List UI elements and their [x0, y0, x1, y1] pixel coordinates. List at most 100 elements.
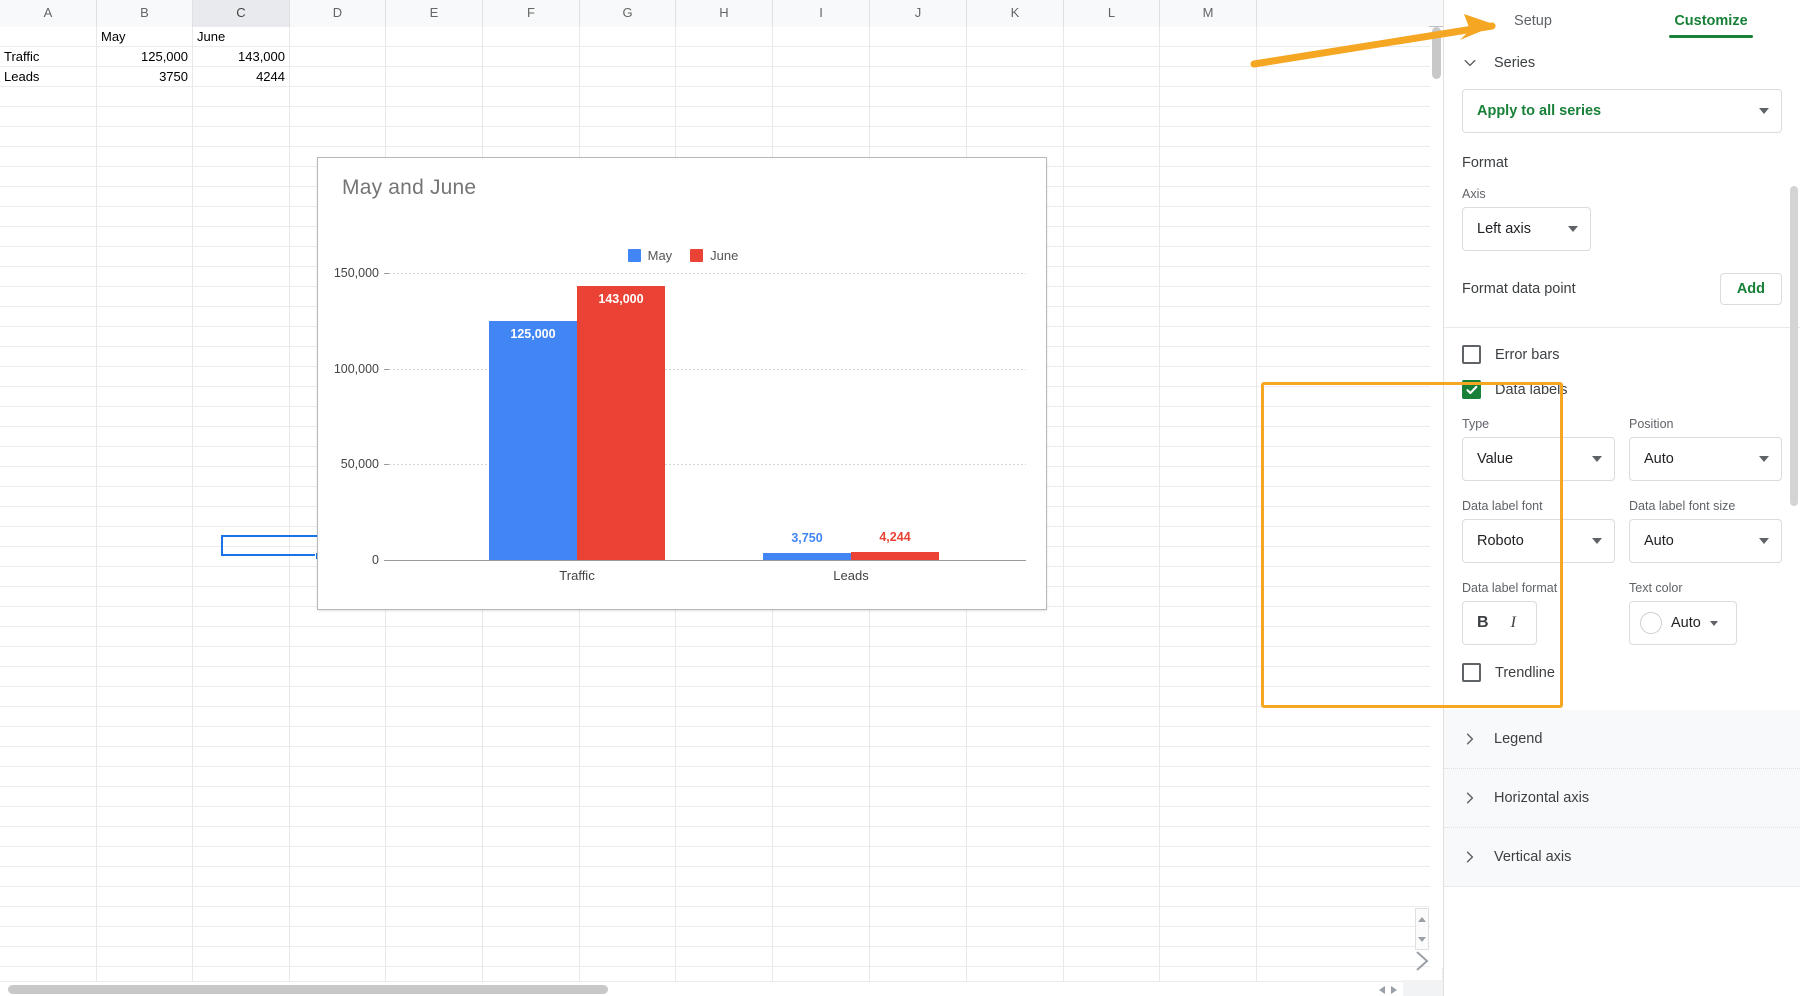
grid-cell[interactable]: [676, 647, 773, 667]
grid-cell[interactable]: [1064, 527, 1160, 547]
grid-cell[interactable]: [967, 747, 1064, 767]
column-header-e[interactable]: E: [386, 0, 483, 27]
data-labels-row[interactable]: Data labels: [1444, 380, 1800, 399]
grid-row[interactable]: [0, 867, 1443, 887]
chevron-down-icon[interactable]: [1592, 538, 1602, 544]
grid-cell[interactable]: [1064, 507, 1160, 527]
grid-cell[interactable]: [870, 687, 967, 707]
grid-cell[interactable]: [1257, 367, 1443, 387]
grid-cell[interactable]: [870, 707, 967, 727]
grid-cell[interactable]: [97, 427, 193, 447]
grid-cell[interactable]: [773, 107, 870, 127]
grid-cell[interactable]: [1064, 667, 1160, 687]
grid-cell[interactable]: [0, 927, 97, 947]
grid-cell[interactable]: [97, 647, 193, 667]
grid-cell[interactable]: [1160, 667, 1257, 687]
grid-cell[interactable]: [97, 207, 193, 227]
grid-cell[interactable]: [97, 887, 193, 907]
grid-cell[interactable]: [676, 787, 773, 807]
grid-cell[interactable]: [773, 87, 870, 107]
grid-cell[interactable]: [1064, 467, 1160, 487]
grid-cell[interactable]: [676, 707, 773, 727]
grid-cell[interactable]: [483, 607, 580, 627]
grid-cell[interactable]: [870, 927, 967, 947]
grid-cell[interactable]: [0, 367, 97, 387]
grid-cell[interactable]: [1064, 707, 1160, 727]
grid-cell[interactable]: [1257, 387, 1443, 407]
chevron-down-icon[interactable]: [1759, 538, 1769, 544]
grid-cell[interactable]: [483, 827, 580, 847]
grid-cell[interactable]: [483, 627, 580, 647]
grid-cell[interactable]: [0, 167, 97, 187]
grid-cell[interactable]: [0, 107, 97, 127]
grid-cell[interactable]: [773, 27, 870, 47]
chart-bar[interactable]: 143,000: [577, 286, 665, 560]
grid-cell[interactable]: [1064, 207, 1160, 227]
grid-cell[interactable]: [967, 87, 1064, 107]
grid-cell[interactable]: [1160, 527, 1257, 547]
grid-cell[interactable]: [386, 927, 483, 947]
grid-cell[interactable]: [0, 447, 97, 467]
grid-cell[interactable]: [97, 567, 193, 587]
grid-cell[interactable]: [580, 907, 676, 927]
grid-cell[interactable]: [676, 107, 773, 127]
grid-cell[interactable]: [1160, 367, 1257, 387]
grid-cell[interactable]: [0, 487, 97, 507]
grid-cell[interactable]: [1257, 807, 1443, 827]
grid-cell[interactable]: [870, 667, 967, 687]
grid-row[interactable]: [0, 107, 1443, 127]
grid-cell[interactable]: [386, 107, 483, 127]
collapsed-sections[interactable]: LegendHorizontal axisVertical axis: [1444, 710, 1800, 887]
grid-cell[interactable]: [290, 927, 386, 947]
grid-cell[interactable]: [870, 27, 967, 47]
grid-cell[interactable]: [773, 827, 870, 847]
grid-cell[interactable]: [1064, 587, 1160, 607]
grid-cell[interactable]: [193, 307, 290, 327]
grid-cell[interactable]: [0, 147, 97, 167]
grid-cell[interactable]: [580, 827, 676, 847]
grid-cell[interactable]: [290, 807, 386, 827]
grid-cell[interactable]: [870, 767, 967, 787]
grid-cell[interactable]: [0, 427, 97, 447]
grid-cell[interactable]: [483, 807, 580, 827]
grid-cell[interactable]: [290, 67, 386, 87]
stepper-down-icon[interactable]: [1418, 937, 1426, 942]
grid-cell[interactable]: [1257, 127, 1443, 147]
grid-row[interactable]: [0, 847, 1443, 867]
grid-cell[interactable]: [967, 27, 1064, 47]
grid-cell[interactable]: [1064, 347, 1160, 367]
grid-cell[interactable]: [97, 487, 193, 507]
grid-cell[interactable]: [97, 127, 193, 147]
grid-cell[interactable]: [1160, 487, 1257, 507]
grid-cell[interactable]: [97, 467, 193, 487]
grid-row[interactable]: [0, 127, 1443, 147]
grid-cell[interactable]: [193, 867, 290, 887]
grid-cell[interactable]: [193, 627, 290, 647]
grid-cell[interactable]: [967, 887, 1064, 907]
grid-cell[interactable]: [1160, 167, 1257, 187]
grid-cell[interactable]: [1160, 607, 1257, 627]
grid-cell[interactable]: [483, 87, 580, 107]
grid-cell[interactable]: [386, 807, 483, 827]
nav-right-icon[interactable]: [1391, 986, 1397, 994]
chart-bar[interactable]: 4,244: [851, 552, 939, 560]
grid-cell[interactable]: [0, 127, 97, 147]
grid-cell[interactable]: [483, 727, 580, 747]
grid-cell[interactable]: [0, 327, 97, 347]
data-label-font-select[interactable]: Roboto: [1462, 519, 1615, 563]
grid-cell[interactable]: [386, 947, 483, 967]
data-label-font-field[interactable]: Data label font Roboto: [1462, 499, 1615, 563]
grid-cell[interactable]: [773, 847, 870, 867]
grid-cell[interactable]: [1064, 367, 1160, 387]
grid-cell[interactable]: [193, 907, 290, 927]
grid-cell[interactable]: [1160, 347, 1257, 367]
grid-cell[interactable]: [193, 827, 290, 847]
grid-cell[interactable]: [0, 187, 97, 207]
grid-cell[interactable]: [870, 647, 967, 667]
grid-row[interactable]: [0, 807, 1443, 827]
grid-cell[interactable]: [1257, 107, 1443, 127]
grid-cell[interactable]: [193, 767, 290, 787]
grid-cell[interactable]: [676, 847, 773, 867]
grid-cell[interactable]: [1160, 507, 1257, 527]
grid-cell[interactable]: [1257, 47, 1443, 67]
